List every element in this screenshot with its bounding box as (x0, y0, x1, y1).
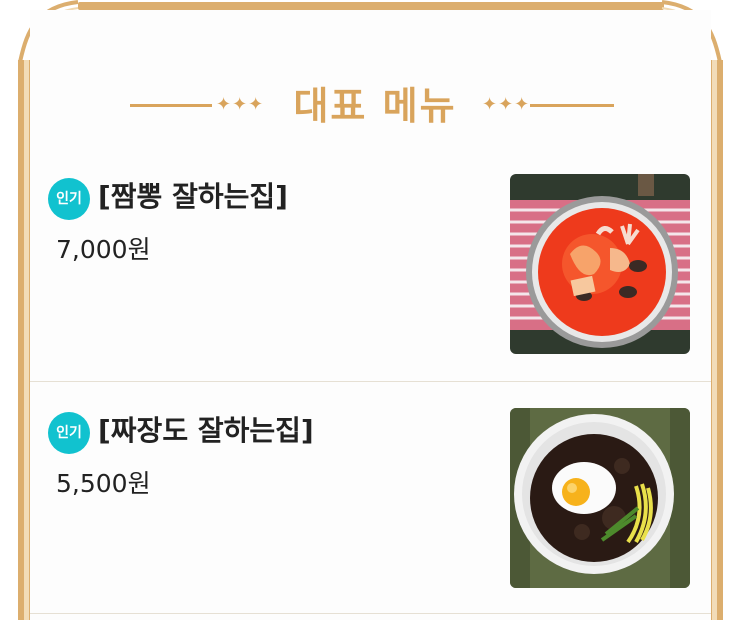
menu-item[interactable]: 인기 [짜장도 잘하는집] 5,500원 (30, 384, 711, 614)
frame-top-border (78, 2, 664, 10)
popular-badge: 인기 (48, 178, 90, 220)
header-divider-left (130, 104, 212, 107)
menu-item-name: [짬뽕 잘하는집] (98, 180, 288, 213)
frame-left-inner (24, 60, 29, 620)
section-title: 대표 메뉴 (293, 84, 457, 128)
section-header: ✦✦✦ 대표 메뉴 ✦✦✦ (130, 78, 614, 134)
jjamppong-photo-icon[interactable] (510, 174, 690, 354)
header-divider-right (530, 104, 614, 107)
frame-right-inner (712, 60, 717, 620)
sparkle-icon-left: ✦✦✦ (216, 94, 265, 115)
menu-item[interactable]: 인기 [짬뽕 잘하는집] 7,000원 (30, 150, 711, 382)
popular-badge: 인기 (48, 412, 90, 454)
menu-item-name: [짜장도 잘하는집] (98, 414, 314, 447)
sparkle-icon-right: ✦✦✦ (482, 94, 531, 115)
menu-item-price: 7,000원 (56, 235, 151, 264)
jjajangmyeon-photo-icon[interactable] (510, 408, 690, 588)
menu-item-price: 5,500원 (56, 469, 151, 498)
